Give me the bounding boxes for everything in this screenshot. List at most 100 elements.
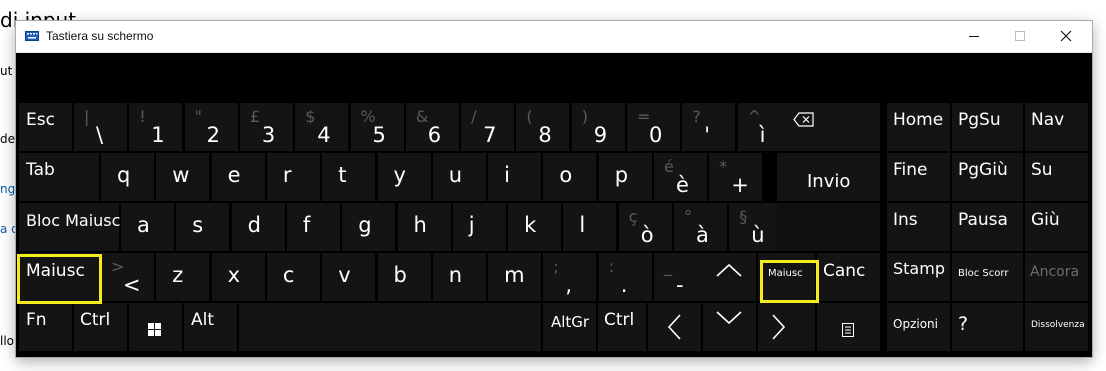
- minimize-button[interactable]: [951, 21, 997, 52]
- key-character[interactable]: éè: [654, 153, 707, 201]
- key-character[interactable]: g: [342, 203, 396, 251]
- key-glyph: j: [468, 213, 475, 237]
- key-pause[interactable]: Pausa: [952, 203, 1023, 251]
- key-character[interactable]: w: [156, 153, 210, 201]
- key-character[interactable]: e: [211, 153, 265, 201]
- key-character[interactable]: p: [598, 153, 652, 201]
- key-character[interactable]: u: [432, 153, 486, 201]
- key-character[interactable]: | \: [74, 103, 127, 151]
- key-character[interactable]: r: [266, 153, 320, 201]
- key-character[interactable]: o: [543, 153, 597, 201]
- key-character[interactable]: x: [211, 253, 265, 301]
- key-ctrl-left[interactable]: Ctrl: [74, 303, 127, 351]
- key-character[interactable]: f: [286, 203, 340, 251]
- key-character[interactable]: > <: [101, 253, 154, 301]
- key-character[interactable]: j: [452, 203, 506, 251]
- key-delete[interactable]: Canc: [817, 253, 880, 301]
- key-home[interactable]: Home: [887, 103, 950, 151]
- key-glyph: v: [338, 263, 351, 287]
- key-menu[interactable]: [817, 303, 880, 351]
- key-windows[interactable]: [129, 303, 182, 351]
- key-character[interactable]: ) 9: [571, 103, 625, 151]
- key-dock[interactable]: Ancora: [1025, 253, 1088, 301]
- key-label: Giù: [1031, 210, 1060, 230]
- key-character[interactable]: & 6: [405, 103, 459, 151]
- key-alt[interactable]: Alt: [184, 303, 237, 351]
- key-label: Su: [1031, 160, 1053, 180]
- key-character[interactable]: c: [266, 253, 320, 301]
- key-fade[interactable]: Dissolvenza: [1025, 303, 1088, 351]
- key-character[interactable]: b: [377, 253, 431, 301]
- key-move-down[interactable]: Giù: [1025, 203, 1088, 251]
- key-character[interactable]: ° à: [674, 203, 727, 251]
- key-end[interactable]: Fine: [887, 153, 950, 201]
- close-button[interactable]: [1043, 21, 1089, 52]
- key-arrow-up[interactable]: [703, 253, 756, 301]
- backspace-icon: [793, 112, 814, 127]
- key-insert[interactable]: Ins: [887, 203, 950, 251]
- key-move-up[interactable]: Su: [1025, 153, 1088, 201]
- key-ctrl-right[interactable]: Ctrl: [598, 303, 646, 351]
- key-space[interactable]: [239, 303, 541, 351]
- key-character[interactable]: l: [563, 203, 617, 251]
- key-shift-glyph: !: [139, 107, 146, 126]
- key-label: Alt: [191, 310, 215, 330]
- key-esc[interactable]: Esc: [19, 103, 72, 151]
- key-character[interactable]: y: [377, 153, 431, 201]
- key-character[interactable]: v: [322, 253, 376, 301]
- key-fn[interactable]: Fn: [19, 303, 72, 351]
- key-character[interactable]: :.: [598, 253, 652, 301]
- key-character[interactable]: t: [322, 153, 376, 201]
- key-glyph: 4: [317, 123, 331, 147]
- key-label: Invio: [807, 171, 851, 192]
- key-character[interactable]: (8: [516, 103, 570, 151]
- key-arrow-left[interactable]: [648, 303, 701, 351]
- key-shift-glyph: ": [194, 107, 202, 126]
- key-character[interactable]: ;,: [543, 253, 597, 301]
- key-label: Ins: [893, 210, 918, 230]
- key-character[interactable]: " 2: [184, 103, 238, 151]
- maximize-button[interactable]: [997, 21, 1043, 52]
- key-glyph: ù: [751, 223, 765, 247]
- highlight-shift-right: [760, 260, 819, 303]
- key-page-up[interactable]: PgSu: [952, 103, 1023, 151]
- key-glyph: ,: [565, 273, 573, 297]
- key-enter[interactable]: Invio: [777, 153, 880, 201]
- key-character[interactable]: z: [156, 253, 210, 301]
- key-character[interactable]: n: [432, 253, 486, 301]
- key-scroll-lock[interactable]: Bloc Scorr: [952, 253, 1023, 301]
- key-character[interactable]: * +: [709, 153, 763, 201]
- key-caps-lock[interactable]: Bloc Maiusc: [19, 203, 120, 251]
- key-character[interactable]: d: [231, 203, 285, 251]
- key-character[interactable]: q: [101, 153, 154, 201]
- key-character[interactable]: = 0: [627, 103, 680, 151]
- key-shift-glyph: $: [305, 107, 316, 126]
- key-print-screen[interactable]: Stamp: [887, 253, 950, 301]
- key-character[interactable]: h: [397, 203, 451, 251]
- key-character[interactable]: % 5: [350, 103, 404, 151]
- key-character[interactable]: $4: [295, 103, 349, 151]
- key-nav[interactable]: Nav: [1025, 103, 1088, 151]
- title-bar[interactable]: Tastiera su schermo: [16, 21, 1092, 53]
- key-help[interactable]: ?: [952, 303, 1023, 351]
- key-character[interactable]: ? ': [682, 103, 736, 151]
- key-character[interactable]: ! 1: [129, 103, 183, 151]
- key-character[interactable]: £3: [239, 103, 293, 151]
- key-backspace[interactable]: [777, 103, 880, 151]
- key-options[interactable]: Opzioni: [887, 303, 950, 351]
- key-arrow-right[interactable]: [758, 303, 815, 351]
- key-character[interactable]: m: [488, 253, 542, 301]
- key-character[interactable]: i: [488, 153, 542, 201]
- background-link-fragment[interactable]: ng: [0, 182, 15, 196]
- key-tab[interactable]: Tab: [19, 153, 99, 201]
- key-character[interactable]: çò: [618, 203, 672, 251]
- key-character[interactable]: k: [508, 203, 562, 251]
- key-character[interactable]: /7: [461, 103, 515, 151]
- key-altgr[interactable]: AltGr: [543, 303, 596, 351]
- key-page-down[interactable]: PgGiù: [952, 153, 1023, 201]
- key-character[interactable]: § ù: [729, 203, 783, 251]
- key-arrow-down[interactable]: [703, 303, 756, 351]
- key-character[interactable]: s: [176, 203, 230, 251]
- key-character[interactable]: a: [121, 203, 174, 251]
- key-character[interactable]: _ -: [654, 253, 707, 301]
